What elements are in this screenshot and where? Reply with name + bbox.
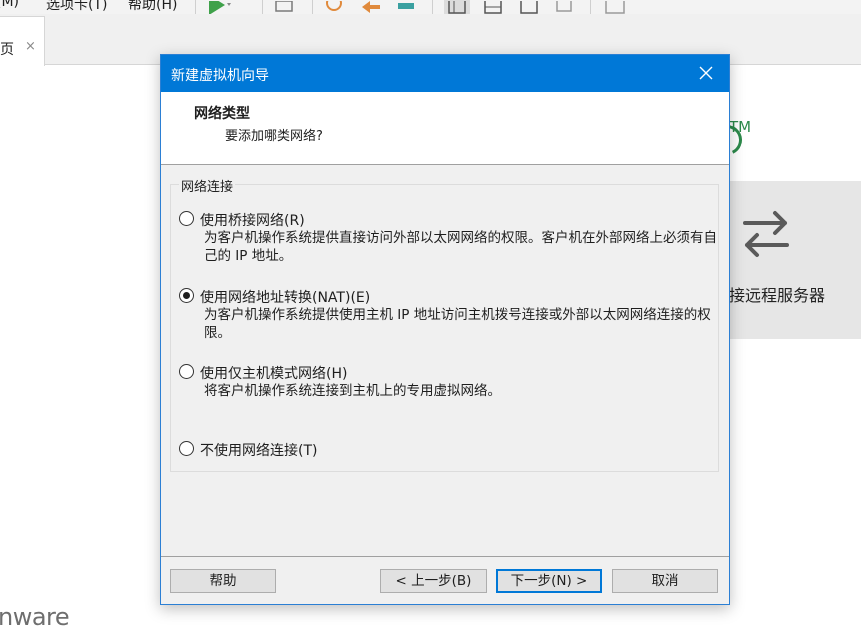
unity-icon[interactable] — [552, 0, 578, 14]
console-view-icon[interactable] — [480, 0, 506, 14]
snapshot-icon[interactable] — [322, 0, 348, 14]
library-icon[interactable] — [602, 0, 628, 14]
menu-item-help[interactable]: 帮助(H) — [128, 0, 177, 14]
group-title: 网络连接 — [179, 176, 236, 195]
option-host-only-label[interactable]: 使用仅主机模式网络(H) — [200, 363, 347, 383]
toolbar-separator — [590, 0, 591, 14]
connect-remote-server-label: 接远程服务器 — [729, 286, 826, 305]
swap-arrows-icon — [739, 205, 793, 259]
wizard-step-subtitle: 要添加哪类网络? — [225, 129, 323, 144]
fullscreen-icon[interactable] — [516, 0, 542, 14]
play-icon[interactable] — [205, 0, 231, 14]
menu-item-tabs[interactable]: 选项卡(T) — [46, 0, 107, 14]
option-host-only-desc: 将客户机操作系统连接到主机上的专用虚拟网络。 — [204, 383, 501, 399]
toolbar-separator — [312, 0, 313, 14]
new-vm-wizard-dialog: 新建虚拟机向导 网络类型 要添加哪类网络? 网络连接 使用桥接网络(R) 为客户… — [160, 54, 730, 605]
toolbar-separator — [262, 0, 263, 14]
tab-home-label: 页 — [0, 42, 14, 58]
footer-divider — [161, 556, 729, 557]
wizard-step-title: 网络类型 — [194, 106, 250, 122]
connect-remote-server-card[interactable]: 接远程服务器 — [729, 181, 861, 339]
snapshot-manager-icon[interactable] — [394, 0, 420, 14]
toolbar-separator — [432, 0, 433, 14]
close-icon — [699, 66, 713, 80]
dialog-title: 新建虚拟机向导 — [171, 68, 269, 84]
radio-nat[interactable] — [179, 288, 194, 303]
help-button[interactable]: 帮助 — [170, 569, 276, 593]
trademark-mark: TM — [729, 118, 752, 136]
tab-home[interactable]: 页 × — [0, 16, 45, 66]
sidebar-view-icon[interactable] — [444, 0, 470, 14]
option-nat-desc: 为客户机操作系统提供使用主机 IP 地址访问主机拨号连接或外部以太网网络连接的权… — [204, 307, 711, 341]
back-button[interactable]: < 上一步(B) — [380, 569, 487, 593]
wizard-header: 网络类型 要添加哪类网络? — [161, 92, 729, 165]
close-icon[interactable]: × — [25, 39, 36, 54]
cancel-button[interactable]: 取消 — [612, 569, 718, 593]
send-keys-icon[interactable] — [272, 0, 298, 14]
radio-bridged[interactable] — [179, 211, 194, 226]
dialog-titlebar[interactable]: 新建虚拟机向导 — [161, 55, 729, 92]
next-button[interactable]: 下一步(N) > — [496, 569, 602, 593]
menu-item-m[interactable]: (M) — [0, 0, 19, 10]
dialog-close-button[interactable] — [683, 55, 729, 92]
option-no-network-label[interactable]: 不使用网络连接(T) — [200, 440, 317, 460]
radio-host-only[interactable] — [179, 364, 194, 379]
option-nat-label[interactable]: 使用网络地址转换(NAT)(E) — [200, 287, 370, 307]
radio-no-network[interactable] — [179, 441, 194, 456]
network-connection-group: 网络连接 使用桥接网络(R) 为客户机操作系统提供直接访问外部以太网网络的权限。… — [170, 176, 719, 472]
option-bridged-label[interactable]: 使用桥接网络(R) — [200, 210, 305, 230]
revert-snapshot-icon[interactable] — [358, 0, 384, 14]
toolbar-separator — [195, 0, 196, 14]
option-bridged-desc: 为客户机操作系统提供直接访问外部以太网网络的权限。客户机在外部网络上必须有自己的… — [204, 230, 717, 264]
menu-bar: (M) 选项卡(T) 帮助(H) — [0, 0, 861, 14]
vmware-logo: nware — [0, 603, 70, 631]
